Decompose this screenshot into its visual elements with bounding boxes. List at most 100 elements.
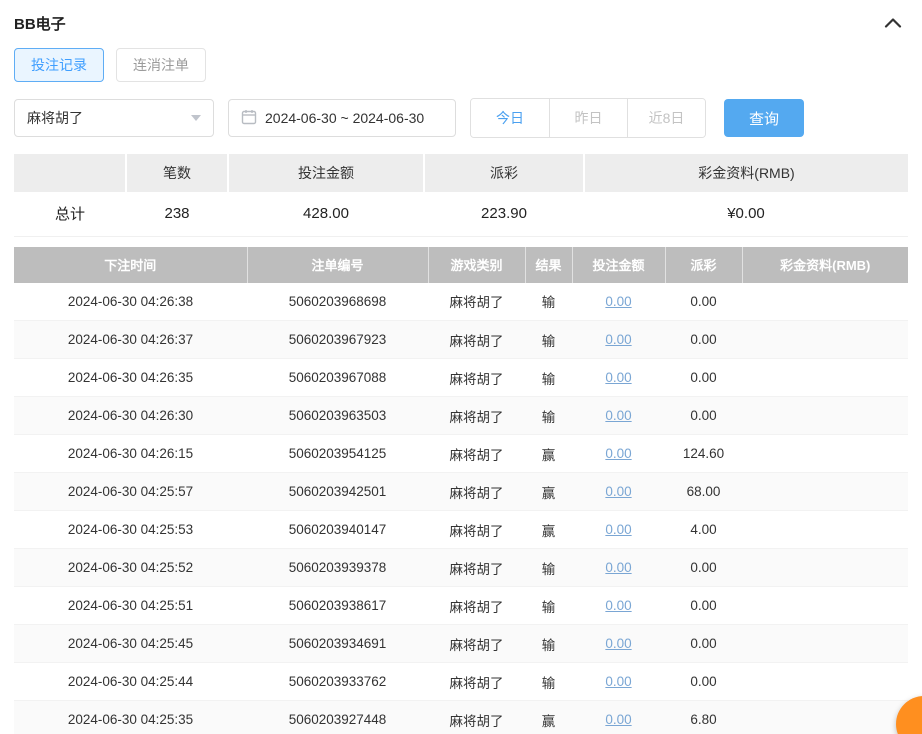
summary-total-bonus: ¥0.00 [584,192,908,237]
header-order-number: 注单编号 [247,246,429,283]
bet-amount-link[interactable]: 0.00 [605,332,631,347]
summary-header-count: 笔数 [126,154,229,192]
cell-bonus [742,700,908,734]
cell-order-number: 5060203934691 [247,624,428,663]
tab-bet-records[interactable]: 投注记录 [14,48,104,82]
game-select[interactable]: 麻将胡了 [14,99,214,137]
date-range-picker[interactable]: 2024-06-30 ~ 2024-06-30 [228,99,456,137]
cell-game-type: 麻将胡了 [428,396,525,435]
cell-game-type: 麻将胡了 [428,700,525,734]
today-button[interactable]: 今日 [471,99,549,137]
cell-bet-amount: 0.00 [572,700,665,734]
cell-result: 赢 [525,510,572,549]
game-select-value: 麻将胡了 [27,110,83,126]
cell-result: 赢 [525,472,572,511]
cell-bet-amount: 0.00 [572,358,665,397]
cell-bonus [742,282,908,321]
tab-cancelled-orders[interactable]: 连消注单 [116,48,206,82]
cell-bet-amount: 0.00 [572,662,665,701]
cell-bet-amount: 0.00 [572,396,665,435]
cell-bet-time: 2024-06-30 04:25:35 [14,700,247,734]
cell-payout: 0.00 [665,396,742,435]
bet-amount-link[interactable]: 0.00 [605,712,631,727]
cell-bet-amount: 0.00 [572,320,665,359]
bet-amount-link[interactable]: 0.00 [605,370,631,385]
bet-amount-link[interactable]: 0.00 [605,446,631,461]
cell-order-number: 5060203938617 [247,586,428,625]
summary-total-row: 总计 238 428.00 223.90 ¥0.00 [14,192,908,237]
summary-total-payout: 223.90 [424,192,584,237]
cell-payout: 0.00 [665,624,742,663]
cell-bonus [742,586,908,625]
cell-game-type: 麻将胡了 [428,434,525,473]
cell-bet-time: 2024-06-30 04:25:52 [14,548,247,587]
cell-payout: 0.00 [665,358,742,397]
table-row: 2024-06-30 04:25:35 5060203927448 麻将胡了 赢… [14,700,908,734]
table-row: 2024-06-30 04:25:53 5060203940147 麻将胡了 赢… [14,510,908,549]
cell-bet-amount: 0.00 [572,434,665,473]
cell-payout: 0.00 [665,662,742,701]
tab-bar: 投注记录 连消注单 [0,40,922,92]
summary-total-label: 总计 [14,192,126,237]
cell-result: 输 [525,624,572,663]
table-row: 2024-06-30 04:26:15 5060203954125 麻将胡了 赢… [14,434,908,473]
cell-bet-time: 2024-06-30 04:25:57 [14,472,247,511]
cell-result: 输 [525,320,572,359]
bet-amount-link[interactable]: 0.00 [605,636,631,651]
section-header: BB电子 [0,0,922,40]
cell-bonus [742,548,908,587]
cell-bonus [742,358,908,397]
header-payout: 派彩 [665,246,743,283]
bet-amount-link[interactable]: 0.00 [605,408,631,423]
cell-bonus [742,662,908,701]
cell-game-type: 麻将胡了 [428,624,525,663]
last8days-button[interactable]: 近8日 [627,99,705,137]
cell-payout: 4.00 [665,510,742,549]
bet-amount-link[interactable]: 0.00 [605,560,631,575]
quick-range-group: 今日 昨日 近8日 [470,98,706,138]
search-button[interactable]: 查询 [724,99,804,137]
bet-amount-link[interactable]: 0.00 [605,294,631,309]
cell-result: 输 [525,358,572,397]
records-header-row: 下注时间 注单编号 游戏类别 结果 投注金额 派彩 彩金资料(RMB) [14,246,908,283]
cell-result: 输 [525,662,572,701]
cell-bet-time: 2024-06-30 04:26:15 [14,434,247,473]
cell-bet-time: 2024-06-30 04:26:30 [14,396,247,435]
cell-result: 输 [525,586,572,625]
cell-game-type: 麻将胡了 [428,320,525,359]
summary-header-payout: 派彩 [424,154,585,192]
bet-amount-link[interactable]: 0.00 [605,674,631,689]
chevron-up-icon[interactable] [884,17,902,29]
calendar-icon [241,109,257,128]
table-row: 2024-06-30 04:26:35 5060203967088 麻将胡了 输… [14,358,908,397]
cell-result: 输 [525,282,572,321]
cell-bet-amount: 0.00 [572,586,665,625]
cell-payout: 6.80 [665,700,742,734]
cell-bet-amount: 0.00 [572,282,665,321]
cell-bonus [742,472,908,511]
cell-bonus [742,434,908,473]
bet-amount-link[interactable]: 0.00 [605,598,631,613]
date-range-value: 2024-06-30 ~ 2024-06-30 [265,110,425,126]
records-table: 下注时间 注单编号 游戏类别 结果 投注金额 派彩 彩金资料(RMB) 2024… [14,246,908,734]
summary-header-row: 笔数 投注金额 派彩 彩金资料(RMB) [14,154,908,192]
cell-game-type: 麻将胡了 [428,510,525,549]
cell-order-number: 5060203939378 [247,548,428,587]
yesterday-button[interactable]: 昨日 [549,99,627,137]
cell-result: 赢 [525,700,572,734]
cell-bet-time: 2024-06-30 04:25:44 [14,662,247,701]
bet-amount-link[interactable]: 0.00 [605,484,631,499]
table-row: 2024-06-30 04:25:57 5060203942501 麻将胡了 赢… [14,472,908,511]
cell-bet-time: 2024-06-30 04:25:53 [14,510,247,549]
cell-order-number: 5060203967923 [247,320,428,359]
cell-bet-time: 2024-06-30 04:26:37 [14,320,247,359]
table-row: 2024-06-30 04:26:37 5060203967923 麻将胡了 输… [14,320,908,359]
filter-bar: 麻将胡了 2024-06-30 ~ 2024-06-30 今日 昨日 近8日 查… [0,92,922,150]
table-row: 2024-06-30 04:25:44 5060203933762 麻将胡了 输… [14,662,908,701]
summary-header-blank [14,154,127,192]
cell-order-number: 5060203940147 [247,510,428,549]
bet-amount-link[interactable]: 0.00 [605,522,631,537]
cell-order-number: 5060203954125 [247,434,428,473]
cell-payout: 0.00 [665,548,742,587]
cell-bonus [742,396,908,435]
